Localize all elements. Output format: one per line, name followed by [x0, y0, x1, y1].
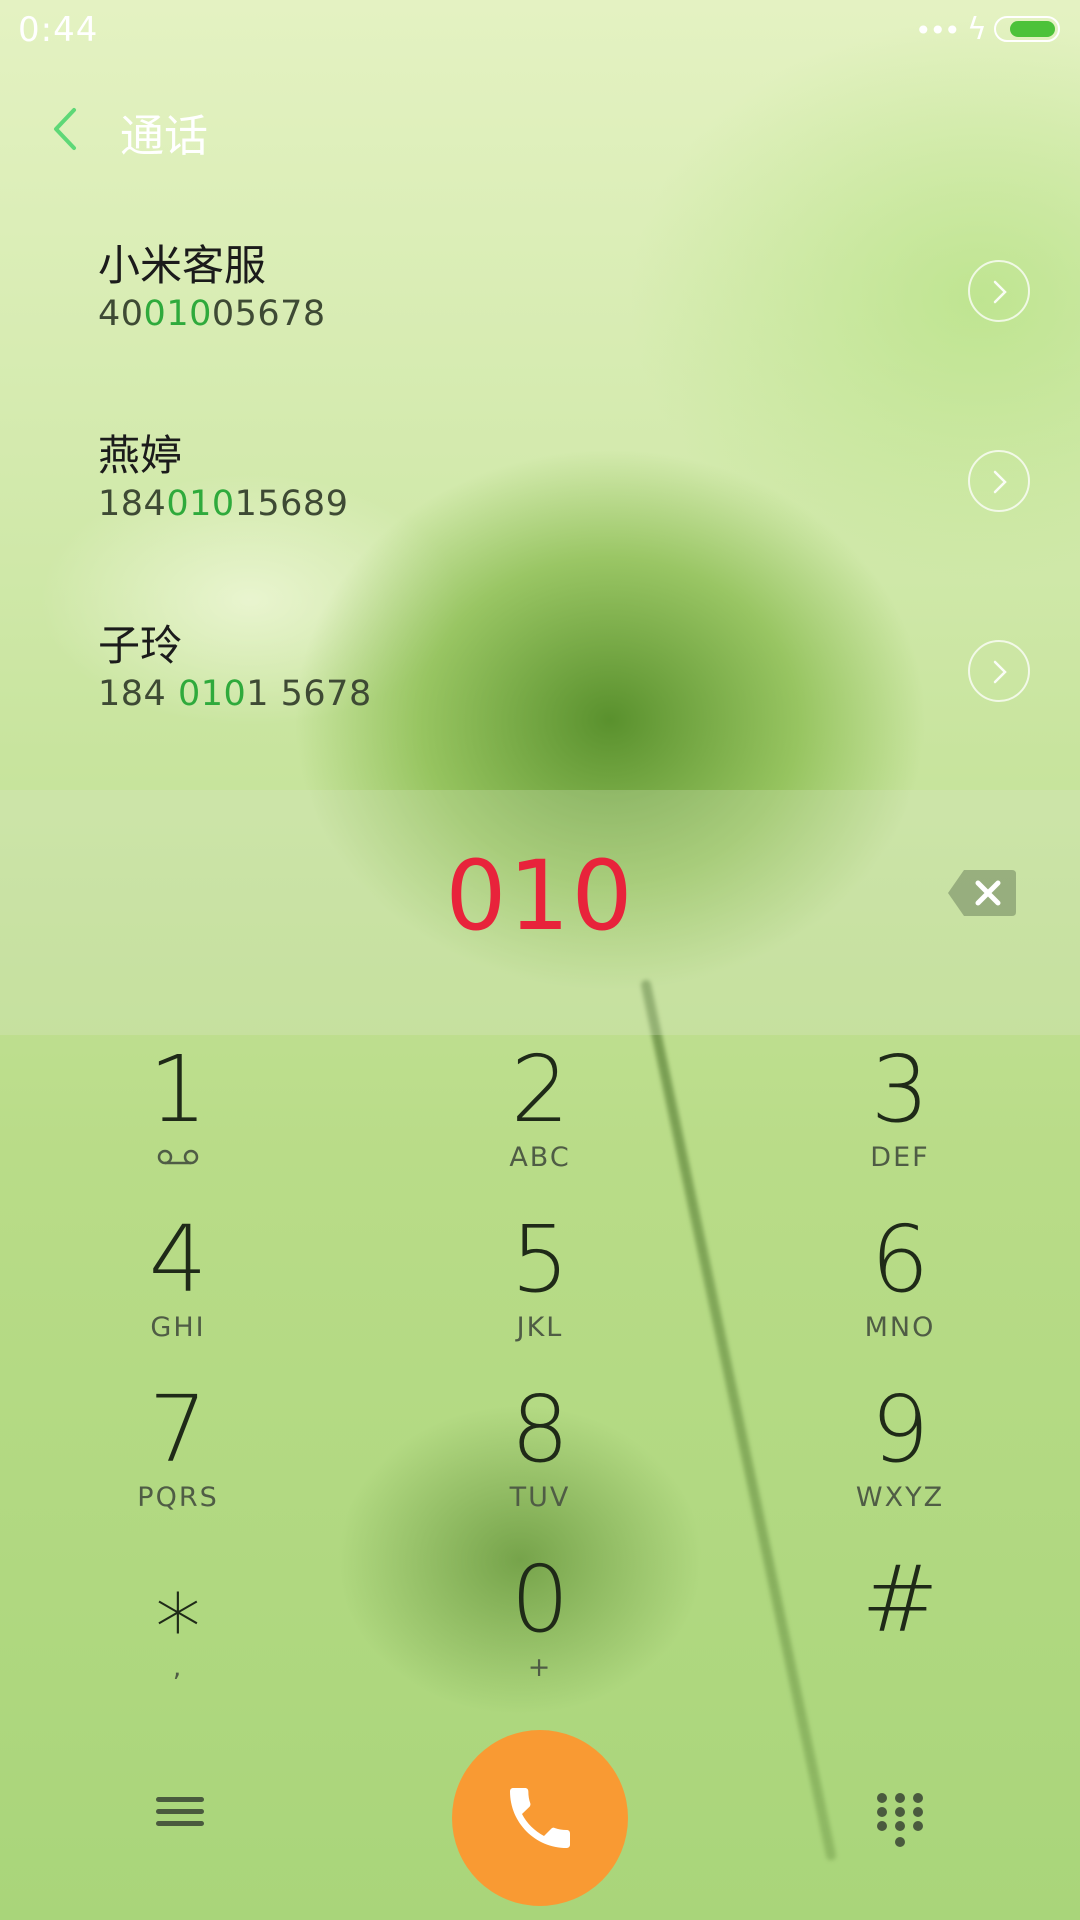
- key-hash[interactable]: #: [775, 1550, 1025, 1710]
- contact-row[interactable]: 小米客服 4001005678: [0, 210, 1080, 390]
- app-header: 通话: [0, 90, 1080, 170]
- battery-fill: [1010, 21, 1055, 37]
- status-time: 0:44: [18, 10, 99, 50]
- backspace-button[interactable]: [946, 866, 1018, 920]
- hamburger-icon: [150, 1797, 210, 1826]
- contact-number: 4001005678: [98, 294, 326, 334]
- battery-icon: [994, 16, 1060, 42]
- contact-detail-button[interactable]: [968, 260, 1030, 322]
- key-5[interactable]: 5 JKL: [415, 1210, 665, 1370]
- backspace-icon: [948, 870, 1016, 916]
- key-3[interactable]: 3 DEF: [775, 1040, 1025, 1200]
- dialed-number-panel: 010: [0, 790, 1080, 1035]
- match-highlight: 010: [143, 294, 212, 334]
- key-9[interactable]: 9 WXYZ: [775, 1380, 1025, 1540]
- key-7[interactable]: 7 PQRS: [53, 1380, 303, 1540]
- back-button[interactable]: [40, 100, 100, 160]
- dialpad-toggle-button[interactable]: [870, 1790, 930, 1852]
- key-2[interactable]: 2 ABC: [415, 1040, 665, 1200]
- key-6[interactable]: 6 MNO: [775, 1210, 1025, 1370]
- key-4[interactable]: 4 GHI: [53, 1210, 303, 1370]
- contact-name: 子玲: [98, 621, 183, 670]
- contact-number: 184 0101 5678: [98, 674, 372, 714]
- dialed-number: 010: [445, 840, 635, 952]
- key-0[interactable]: 0 +: [415, 1550, 665, 1710]
- contact-row[interactable]: 燕婷 18401015689: [0, 400, 1080, 580]
- contact-name: 燕婷: [98, 431, 183, 480]
- contact-detail-button[interactable]: [968, 640, 1030, 702]
- voicemail-icon: [157, 1149, 199, 1165]
- page-title: 通话: [120, 111, 208, 162]
- bolt-icon: ϟ: [967, 12, 987, 47]
- chevron-right-icon: [993, 470, 1007, 494]
- contact-number: 18401015689: [98, 484, 349, 524]
- chevron-left-icon: [54, 108, 76, 150]
- call-button[interactable]: [452, 1730, 628, 1906]
- match-highlight: 010: [177, 674, 247, 714]
- match-highlight: 010: [166, 484, 235, 524]
- phone-icon: [510, 1788, 570, 1848]
- chevron-right-icon: [993, 280, 1007, 304]
- dialpad-icon: [877, 1793, 923, 1847]
- key-1[interactable]: 1: [53, 1040, 303, 1200]
- key-star[interactable]: ⁎ ,: [53, 1550, 303, 1710]
- contact-detail-button[interactable]: [968, 450, 1030, 512]
- contact-name: 小米客服: [98, 241, 267, 290]
- contact-row[interactable]: 子玲 184 0101 5678: [0, 590, 1080, 770]
- key-8[interactable]: 8 TUV: [415, 1380, 665, 1540]
- menu-button[interactable]: [150, 1790, 210, 1840]
- status-bar: 0:44 ••• ϟ: [0, 0, 1080, 60]
- signal-dots-icon: •••: [915, 14, 961, 47]
- chevron-right-icon: [993, 660, 1007, 684]
